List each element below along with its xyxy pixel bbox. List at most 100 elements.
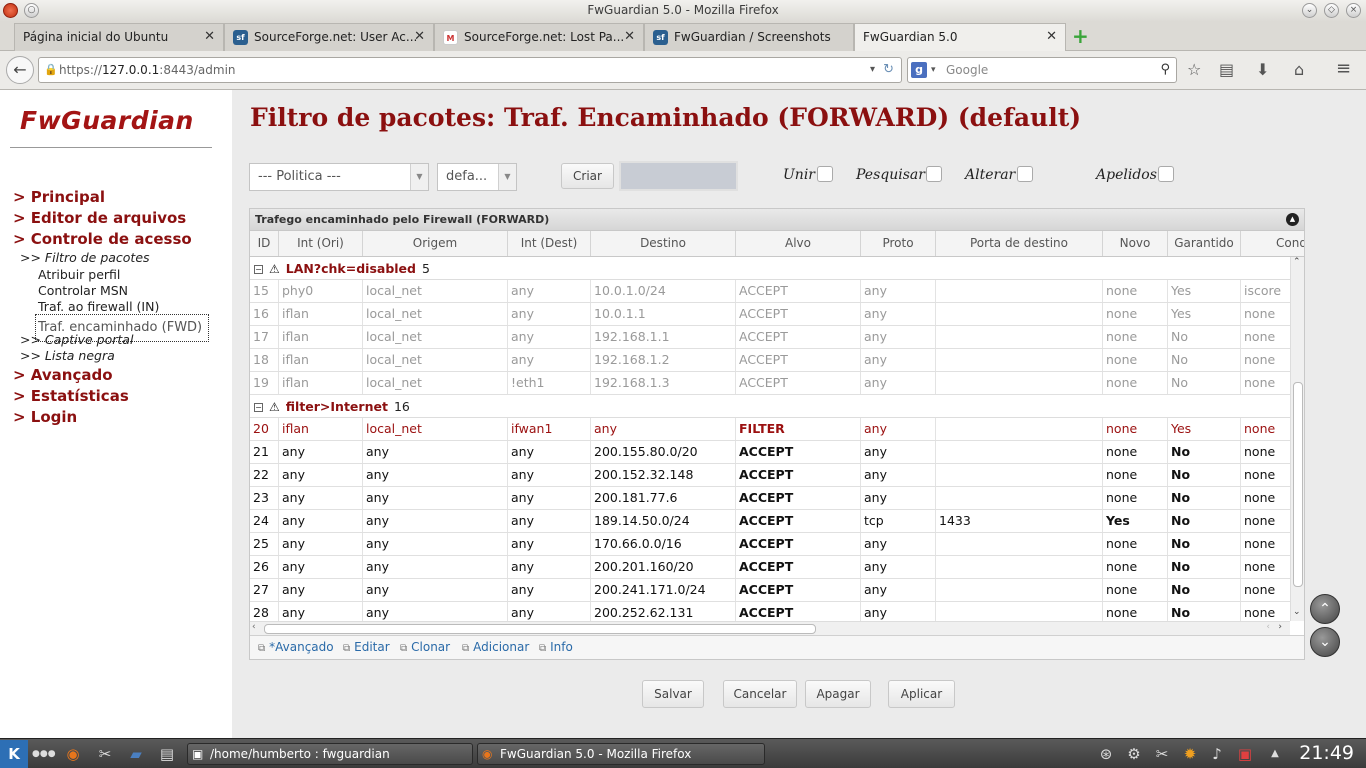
clock[interactable]: 21:49: [1299, 742, 1354, 764]
collapse-icon[interactable]: ▲: [1286, 213, 1299, 226]
create-button[interactable]: Criar: [561, 163, 614, 189]
menu-lista-negra[interactable]: >> Lista negra: [20, 348, 115, 363]
vertical-scrollbar[interactable]: ⌃ ⌄: [1290, 257, 1304, 621]
scroll-right-icon[interactable]: ›: [1278, 622, 1282, 632]
search-engine-dropdown-icon[interactable]: ▾: [931, 58, 936, 82]
table-row[interactable]: 19 iflan local_net !eth1 192.168.1.3 ACCEPT an…: [250, 372, 1290, 395]
restore-icon[interactable]: ◇: [1324, 3, 1339, 18]
avancado-link[interactable]: ⧉ *Avançado: [258, 640, 334, 654]
google-icon[interactable]: g: [911, 62, 927, 78]
bookmarks-list-icon[interactable]: ▤: [1219, 60, 1234, 79]
horizontal-scrollbar[interactable]: ‹ ‹ ›: [250, 621, 1290, 635]
save-button[interactable]: Salvar: [642, 680, 704, 708]
create-name-input[interactable]: [619, 161, 738, 191]
table-row[interactable]: 28 any any any 200.252.62.131 ACCEPT any none No…: [250, 602, 1290, 621]
col-alvo[interactable]: Alvo: [736, 231, 861, 256]
menu-filtro-pacotes[interactable]: >> Filtro de pacotes: [20, 250, 150, 265]
pager-icon[interactable]: ▤: [156, 743, 178, 765]
reload-icon[interactable]: ↻: [883, 58, 894, 82]
bookmark-star-icon[interactable]: ☆: [1187, 60, 1201, 79]
table-row[interactable]: 24 any any any 189.14.50.0/24 ACCEPT tcp 1433 Ye…: [250, 510, 1290, 533]
close-tab-icon[interactable]: ✕: [1046, 24, 1057, 50]
home-icon[interactable]: ⌂: [1294, 60, 1304, 79]
table-row[interactable]: 17 iflan local_net any 192.168.1.1 ACCEPT any n…: [250, 326, 1290, 349]
apply-button[interactable]: Aplicar: [888, 680, 955, 708]
tray-expand-icon[interactable]: ▲: [1264, 743, 1286, 765]
alterar-checkbox[interactable]: [1017, 166, 1033, 182]
menu-controle-acesso[interactable]: > Controle de acesso: [13, 230, 192, 248]
col-proto[interactable]: Proto: [861, 231, 936, 256]
task-terminal[interactable]: ▣ /home/humberto : fwguardian: [187, 743, 473, 765]
tab-fwguardian-screenshots[interactable]: sf FwGuardian / Screenshots: [644, 23, 854, 51]
scroll-top-button[interactable]: ⌃: [1310, 594, 1340, 624]
table-row[interactable]: 20 iflan local_net ifwan1 any FILTER any none Ye…: [250, 418, 1290, 441]
tab-ubuntu-home[interactable]: Página inicial do Ubuntu ✕: [14, 23, 224, 51]
url-bar[interactable]: 🔒 https://127.0.0.1:8443/admin ▾ ↻: [38, 57, 902, 83]
pesquisar-checkbox[interactable]: [926, 166, 942, 182]
firefox-icon[interactable]: ◉: [62, 743, 84, 765]
desktop-icon[interactable]: ▰: [125, 743, 147, 765]
dropdown-icon[interactable]: ▾: [870, 58, 875, 82]
col-int-dest[interactable]: Int (Dest): [508, 231, 591, 256]
unir-checkbox[interactable]: [817, 166, 833, 182]
search-input[interactable]: g ▾ Google ⚲: [907, 57, 1177, 83]
settings-icon[interactable]: ⚙: [1123, 743, 1145, 765]
tab-sourceforge-user[interactable]: sf SourceForge.net: User Ac... ✕: [224, 23, 434, 51]
menu-atribuir-perfil[interactable]: Atribuir perfil: [38, 267, 120, 282]
tab-fwguardian[interactable]: FwGuardian 5.0 ✕: [854, 23, 1066, 52]
adicionar-link[interactable]: ⧉ Adicionar: [462, 640, 529, 654]
apelidos-checkbox[interactable]: [1158, 166, 1174, 182]
table-row[interactable]: 27 any any any 200.241.171.0/24 ACCEPT any none…: [250, 579, 1290, 602]
cancel-button[interactable]: Cancelar: [723, 680, 797, 708]
close-tab-icon[interactable]: ✕: [414, 24, 425, 50]
scroll-left-icon[interactable]: ‹: [1266, 622, 1270, 632]
downloads-icon[interactable]: ⬇: [1256, 60, 1269, 79]
volume-icon[interactable]: ♪: [1206, 743, 1228, 765]
klipper-icon[interactable]: ✂: [1151, 743, 1173, 765]
col-cond[interactable]: Cond: [1241, 231, 1304, 256]
collapse-group-icon[interactable]: −: [254, 265, 263, 274]
table-row[interactable]: 21 any any any 200.155.80.0/20 ACCEPT any none N…: [250, 441, 1290, 464]
minimize-icon[interactable]: ⌄: [1302, 3, 1317, 18]
policy-select[interactable]: --- Politica --- ▼: [249, 163, 429, 191]
scroll-left-icon[interactable]: ‹: [252, 622, 256, 632]
vertical-scroll-thumb[interactable]: [1293, 382, 1303, 587]
table-row[interactable]: 18 iflan local_net any 192.168.1.2 ACCEPT any n…: [250, 349, 1290, 372]
logo[interactable]: FwGuardian: [20, 106, 194, 135]
battery-icon[interactable]: ▣: [1234, 743, 1256, 765]
notification-icon[interactable]: ✹: [1179, 743, 1201, 765]
table-row[interactable]: 26 any any any 200.201.160/20 ACCEPT any none No…: [250, 556, 1290, 579]
collapse-group-icon[interactable]: −: [254, 403, 263, 412]
table-row[interactable]: 16 iflan local_net any 10.0.1.1 ACCEPT any none…: [250, 303, 1290, 326]
table-row[interactable]: 23 any any any 200.181.77.6 ACCEPT any none No no…: [250, 487, 1290, 510]
scroll-down-icon[interactable]: ⌄: [1293, 607, 1301, 617]
new-tab-icon[interactable]: +: [1072, 24, 1089, 48]
col-porta-destino[interactable]: Porta de destino: [936, 231, 1103, 256]
menu-avancado[interactable]: > Avançado: [13, 366, 113, 384]
menu-principal[interactable]: > Principal: [13, 188, 105, 206]
col-int-ori[interactable]: Int (Ori): [279, 231, 363, 256]
menu-estatisticas[interactable]: > Estatísticas: [13, 387, 129, 405]
window-menu-icon[interactable]: ○: [24, 3, 39, 18]
editar-link[interactable]: ⧉ Editar: [343, 640, 390, 654]
network-icon[interactable]: ⊛: [1095, 743, 1117, 765]
menu-login[interactable]: > Login: [13, 408, 77, 426]
menu-editor-arquivos[interactable]: > Editor de arquivos: [13, 209, 186, 227]
clonar-link[interactable]: ⧉ Clonar: [400, 640, 450, 654]
menu-icon[interactable]: ≡: [1336, 58, 1351, 79]
table-row[interactable]: 25 any any any 170.66.0.0/16 ACCEPT any none No n…: [250, 533, 1290, 556]
menu-captive-portal[interactable]: >> Captive portal: [20, 332, 133, 347]
profile-select[interactable]: defa... ▼: [437, 163, 517, 191]
close-window-icon[interactable]: [3, 3, 18, 18]
delete-button[interactable]: Apagar: [805, 680, 871, 708]
horizontal-scroll-thumb[interactable]: [264, 624, 816, 634]
close-tab-icon[interactable]: ✕: [204, 24, 215, 50]
group-header[interactable]: − ⚠ filter>Internet 16: [250, 395, 1290, 418]
col-garantido[interactable]: Garantido: [1168, 231, 1241, 256]
close-tab-icon[interactable]: ✕: [624, 24, 635, 50]
col-id[interactable]: ID: [250, 231, 279, 256]
back-icon[interactable]: ←: [6, 56, 34, 84]
scroll-bottom-button[interactable]: ⌄: [1310, 627, 1340, 657]
col-destino[interactable]: Destino: [591, 231, 736, 256]
tab-sourceforge-lost[interactable]: M SourceForge.net: Lost Pa... ✕: [434, 23, 644, 51]
